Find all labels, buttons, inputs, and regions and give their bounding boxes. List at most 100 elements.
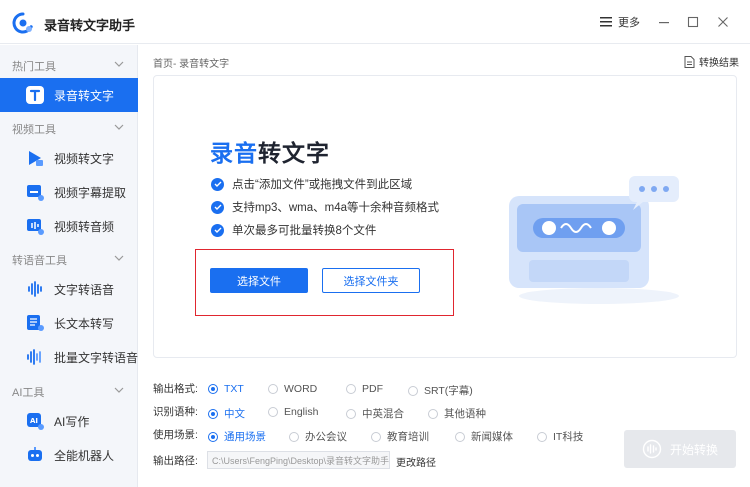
- sidebar-item-video-to-audio[interactable]: 视频转音频: [0, 209, 138, 243]
- output-format-row: 输出格式:: [153, 380, 208, 396]
- radio-icon: [346, 408, 356, 419]
- section-title-hot: 热门工具: [12, 61, 56, 73]
- minimize-icon: [659, 22, 669, 24]
- section-title-speech: 转语音工具: [12, 255, 67, 267]
- radio-icon: [208, 408, 218, 419]
- sidebar-item-batch-tts[interactable]: 批量文字转语音: [0, 340, 138, 374]
- sidebar-item-video-subtitle[interactable]: 视频字幕提取: [0, 175, 138, 209]
- maximize-icon: [687, 16, 699, 28]
- output-path-label: 输出路径:: [153, 454, 198, 467]
- sidebar-item-text-to-speech[interactable]: 文字转语音: [0, 272, 138, 306]
- chevron-down-icon[interactable]: [114, 385, 124, 395]
- check-icon: [211, 223, 224, 237]
- section-title-video: 视频工具: [12, 124, 56, 136]
- radio-icon: [408, 385, 418, 396]
- start-convert-label: 开始转换: [669, 442, 718, 457]
- radio-icon: [268, 384, 278, 394]
- robot-icon: [28, 447, 42, 461]
- more-menu-button[interactable]: 更多: [600, 14, 640, 30]
- radio-icon: [371, 431, 381, 442]
- minimize-button[interactable]: [654, 12, 674, 32]
- maximize-button[interactable]: [683, 12, 703, 32]
- radio-icon: [455, 431, 465, 442]
- feature-item: 单次最多可批量转换8个文件: [211, 222, 376, 238]
- document-icon: [684, 55, 695, 68]
- sidebar-item-label: 视频字幕提取: [54, 185, 127, 200]
- section-title-ai: AI工具: [12, 387, 45, 399]
- sidebar-item-long-text[interactable]: 长文本转写: [0, 306, 138, 340]
- check-icon: [211, 177, 224, 191]
- conversion-results-button[interactable]: 转换结果: [684, 54, 739, 69]
- main-panel: 首页- 录音转文字 转换结果 录音转文字 点击“添加文件”或拖拽文件到此区域 支…: [139, 45, 750, 487]
- cassette-illustration: [509, 176, 679, 304]
- radio-icon: [428, 408, 438, 419]
- sidebar-item-label: 录音转文字: [54, 88, 115, 103]
- radio-icon: [268, 407, 278, 417]
- breadcrumb: 首页- 录音转文字: [153, 59, 230, 70]
- format-radio-srt[interactable]: SRT(字幕): [408, 383, 473, 398]
- language-row: 识别语种:: [153, 403, 208, 419]
- waveform-icon: [28, 281, 42, 297]
- sidebar-item-video-to-text[interactable]: 视频转文字: [0, 141, 138, 175]
- svg-text:AI: AI: [30, 417, 38, 425]
- video-play-icon: [29, 151, 43, 166]
- select-file-button[interactable]: 选择文件: [210, 268, 308, 293]
- more-label: 更多: [618, 17, 640, 29]
- subtitle-icon: [27, 185, 44, 201]
- radio-icon: [346, 384, 356, 394]
- sidebar-item-label: 视频转音频: [54, 219, 115, 234]
- language-radio-mixed[interactable]: 中英混合: [346, 406, 404, 421]
- sidebar-item-audio-to-text[interactable]: 录音转文字: [0, 78, 138, 112]
- radio-icon: [208, 431, 218, 442]
- menu-icon: [600, 17, 612, 27]
- output-path-row: 输出路径:: [153, 452, 208, 468]
- sidebar-item-label: 文字转语音: [54, 282, 115, 297]
- start-convert-button[interactable]: 开始转换: [624, 430, 736, 468]
- radio-icon: [289, 431, 299, 442]
- output-format-label: 输出格式:: [153, 382, 198, 395]
- close-button[interactable]: [713, 12, 733, 32]
- change-path-button[interactable]: 更改路径: [396, 454, 436, 469]
- language-radio-chinese[interactable]: 中文: [208, 406, 245, 421]
- feature-item: 点击“添加文件”或拖拽文件到此区域: [211, 176, 412, 192]
- text-icon: [26, 86, 44, 104]
- format-radio-pdf[interactable]: PDF: [346, 383, 383, 395]
- language-radio-other[interactable]: 其他语种: [428, 406, 486, 421]
- scene-radio-meeting[interactable]: 办公会议: [289, 429, 347, 444]
- format-radio-word[interactable]: WORD: [268, 383, 317, 395]
- format-radio-txt[interactable]: TXT: [208, 383, 244, 395]
- scene-radio-news[interactable]: 新闻媒体: [455, 429, 513, 444]
- video-audio-icon: [27, 219, 44, 235]
- select-folder-button[interactable]: 选择文件夹: [322, 268, 420, 293]
- language-radio-english[interactable]: English: [268, 406, 318, 418]
- close-icon: [718, 17, 728, 27]
- scene-radio-education[interactable]: 教育培训: [371, 429, 429, 444]
- app-title: 录音转文字助手: [44, 18, 136, 33]
- document-text-icon: [27, 315, 44, 331]
- scene-radio-general[interactable]: 通用场景: [208, 429, 266, 444]
- sidebar-item-label: 长文本转写: [54, 316, 115, 331]
- batch-waveform-icon: [27, 349, 41, 365]
- scene-row: 使用场景:: [153, 426, 208, 442]
- sidebar-item-label: 视频转文字: [54, 151, 115, 166]
- chevron-down-icon[interactable]: [114, 253, 124, 263]
- chevron-down-icon[interactable]: [114, 122, 124, 132]
- radio-icon: [208, 384, 218, 394]
- scene-radio-it[interactable]: IT科技: [537, 429, 583, 444]
- chevron-down-icon[interactable]: [114, 59, 124, 69]
- sidebar-item-label: 批量文字转语音: [54, 350, 139, 365]
- app-logo-icon: [12, 12, 33, 34]
- sidebar: 热门工具 录音转文字 视频工具 视频转文字 视频字幕提取 视频转音频 转语音工具…: [0, 45, 138, 487]
- hero-title: 录音转文字: [210, 140, 330, 166]
- ai-writing-icon: AI: [27, 413, 44, 430]
- sidebar-item-ai-writing[interactable]: AI AI写作: [0, 404, 138, 438]
- file-drop-zone[interactable]: 录音转文字 点击“添加文件”或拖拽文件到此区域 支持mp3、wma、m4a等十余…: [153, 75, 737, 358]
- sidebar-item-robot[interactable]: 全能机器人: [0, 438, 138, 472]
- output-path-field[interactable]: C:\Users\FengPing\Desktop\录音转文字助手: [207, 451, 390, 469]
- sidebar-item-label: 全能机器人: [54, 448, 115, 463]
- scene-label: 使用场景:: [153, 428, 198, 441]
- audio-convert-icon: [642, 439, 662, 459]
- conversion-results-label: 转换结果: [699, 58, 739, 69]
- feature-item: 支持mp3、wma、m4a等十余种音频格式: [211, 199, 439, 215]
- radio-icon: [537, 431, 547, 442]
